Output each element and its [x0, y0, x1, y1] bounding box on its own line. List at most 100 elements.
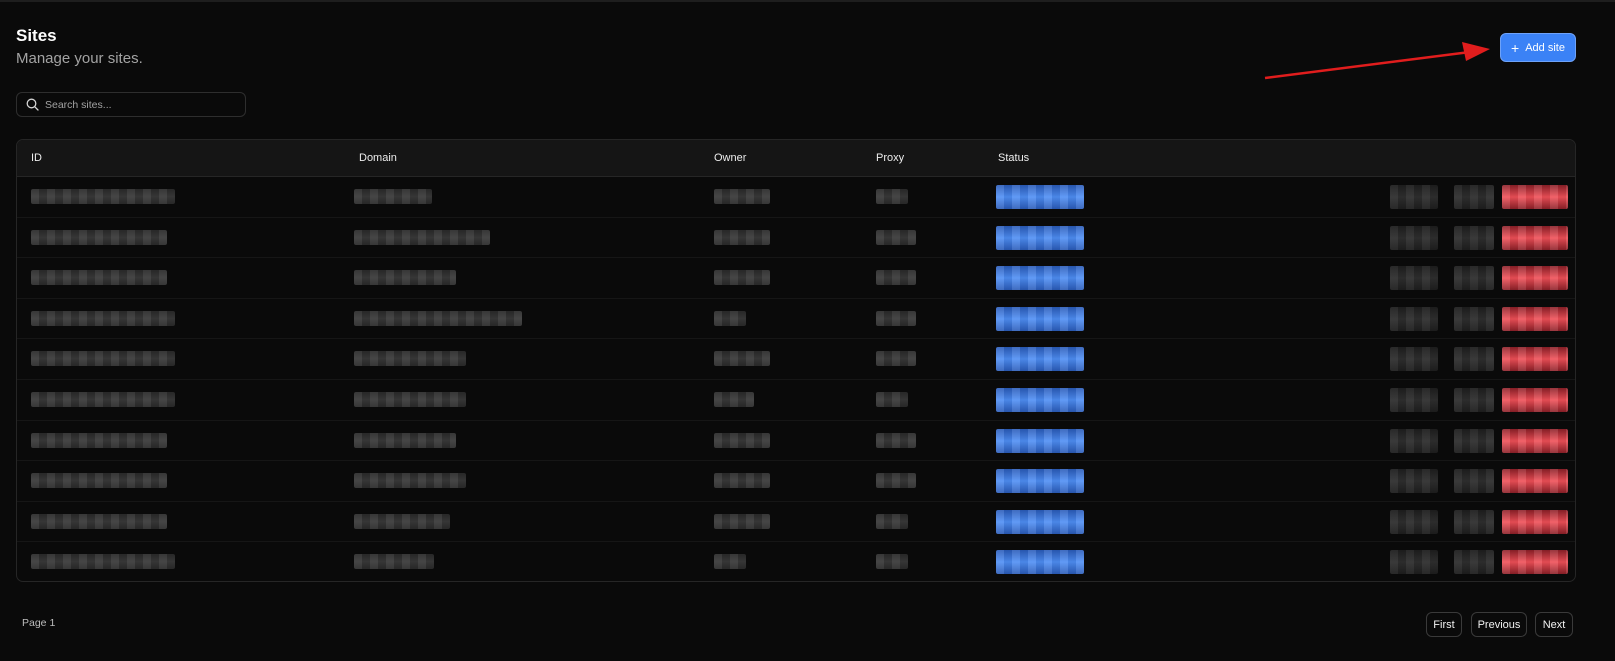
domain-cell-redacted — [354, 270, 456, 286]
add-site-button[interactable]: + Add site — [1500, 33, 1576, 62]
table-row[interactable] — [17, 502, 1575, 543]
search-input[interactable] — [45, 98, 235, 111]
delete-button[interactable] — [1502, 428, 1568, 453]
row-action-button[interactable] — [1390, 306, 1438, 331]
row-action-button[interactable] — [1454, 509, 1494, 534]
row-action-button[interactable] — [1390, 469, 1438, 494]
search-box[interactable] — [16, 92, 246, 117]
delete-button[interactable] — [1502, 306, 1568, 331]
row-action-button[interactable] — [1390, 225, 1438, 250]
row-action-button[interactable] — [1454, 306, 1494, 331]
table-row[interactable] — [17, 177, 1575, 218]
row-action-button[interactable] — [1390, 550, 1438, 575]
annotation-arrow-head — [1462, 42, 1490, 61]
owner-cell-redacted — [714, 432, 770, 448]
page-indicator: Page 1 — [22, 617, 56, 629]
row-action-button[interactable] — [1454, 185, 1494, 209]
delete-button[interactable] — [1502, 347, 1568, 372]
owner-cell-redacted — [714, 229, 770, 245]
row-action-button[interactable] — [1454, 550, 1494, 575]
search-icon — [26, 98, 39, 111]
status-badge — [996, 266, 1084, 291]
column-header-domain[interactable]: Domain — [359, 152, 397, 164]
status-badge — [996, 387, 1084, 412]
row-action-button[interactable] — [1390, 509, 1438, 534]
site-id-cell-redacted — [31, 351, 175, 367]
proxy-cell-redacted — [876, 270, 916, 286]
domain-cell-redacted — [354, 554, 434, 570]
column-header-id[interactable]: ID — [31, 152, 42, 164]
proxy-cell-redacted — [876, 310, 916, 326]
page-title: Sites — [16, 26, 57, 45]
row-action-button[interactable] — [1454, 266, 1494, 291]
next-page-button[interactable]: Next — [1535, 612, 1573, 637]
proxy-cell-redacted — [876, 189, 908, 204]
column-header-owner[interactable]: Owner — [714, 152, 746, 164]
row-action-button[interactable] — [1390, 185, 1438, 209]
table-header: ID Domain Owner Proxy Status — [17, 140, 1575, 177]
owner-cell-redacted — [714, 310, 746, 326]
row-action-button[interactable] — [1390, 428, 1438, 453]
delete-button[interactable] — [1502, 550, 1568, 575]
table-row[interactable] — [17, 542, 1575, 581]
row-action-button[interactable] — [1454, 225, 1494, 250]
proxy-cell-redacted — [876, 391, 908, 407]
site-id-cell-redacted — [31, 229, 167, 245]
proxy-cell-redacted — [876, 473, 916, 489]
proxy-cell-redacted — [876, 554, 908, 570]
status-badge — [996, 550, 1084, 575]
column-header-proxy[interactable]: Proxy — [876, 152, 904, 164]
row-action-button[interactable] — [1454, 469, 1494, 494]
table-row[interactable] — [17, 339, 1575, 380]
owner-cell-redacted — [714, 513, 770, 529]
row-action-button[interactable] — [1390, 266, 1438, 291]
owner-cell-redacted — [714, 270, 770, 286]
row-action-button[interactable] — [1390, 387, 1438, 412]
delete-button[interactable] — [1502, 266, 1568, 291]
site-id-cell-redacted — [31, 270, 167, 286]
table-body — [17, 177, 1575, 581]
annotation-arrow-line — [1264, 50, 1471, 80]
owner-cell-redacted — [714, 391, 754, 407]
domain-cell-redacted — [354, 432, 456, 448]
table-row[interactable] — [17, 461, 1575, 502]
row-action-button[interactable] — [1390, 347, 1438, 372]
domain-cell-redacted — [354, 229, 490, 245]
row-action-button[interactable] — [1454, 347, 1494, 372]
delete-button[interactable] — [1502, 225, 1568, 250]
status-badge — [996, 185, 1084, 209]
delete-button[interactable] — [1502, 509, 1568, 534]
row-action-button[interactable] — [1454, 428, 1494, 453]
status-badge — [996, 306, 1084, 331]
site-id-cell-redacted — [31, 432, 167, 448]
delete-button[interactable] — [1502, 185, 1568, 209]
row-action-button[interactable] — [1454, 387, 1494, 412]
owner-cell-redacted — [714, 189, 770, 204]
column-header-status[interactable]: Status — [998, 152, 1029, 164]
site-id-cell-redacted — [31, 310, 175, 326]
domain-cell-redacted — [354, 310, 522, 326]
domain-cell-redacted — [354, 391, 466, 407]
add-site-label: Add site — [1525, 41, 1565, 54]
previous-page-button[interactable]: Previous — [1471, 612, 1527, 637]
proxy-cell-redacted — [876, 513, 908, 529]
table-row[interactable] — [17, 218, 1575, 259]
sites-table: ID Domain Owner Proxy Status — [16, 139, 1576, 582]
status-badge — [996, 347, 1084, 372]
status-badge — [996, 469, 1084, 494]
proxy-cell-redacted — [876, 432, 916, 448]
first-page-button[interactable]: First — [1426, 612, 1462, 637]
table-row[interactable] — [17, 421, 1575, 462]
plus-icon: + — [1511, 39, 1520, 56]
page-subtitle: Manage your sites. — [16, 50, 143, 67]
owner-cell-redacted — [714, 351, 770, 367]
table-row[interactable] — [17, 380, 1575, 421]
status-badge — [996, 509, 1084, 534]
site-id-cell-redacted — [31, 473, 167, 489]
owner-cell-redacted — [714, 473, 770, 489]
delete-button[interactable] — [1502, 469, 1568, 494]
delete-button[interactable] — [1502, 387, 1568, 412]
table-row[interactable] — [17, 258, 1575, 299]
table-row[interactable] — [17, 299, 1575, 340]
domain-cell-redacted — [354, 473, 466, 489]
